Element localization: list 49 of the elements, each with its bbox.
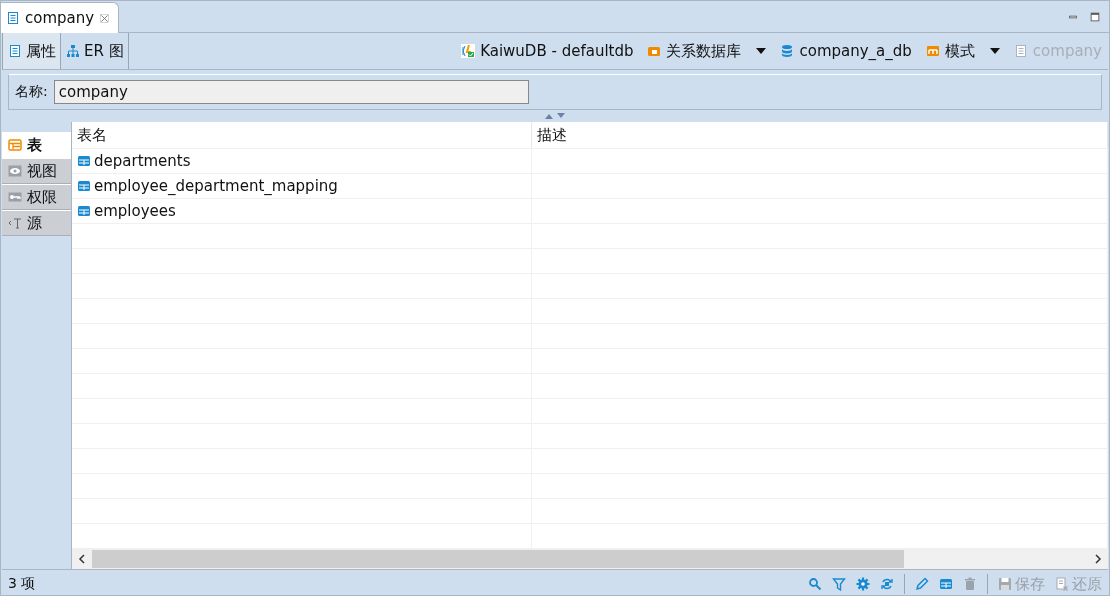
folder-icon	[647, 44, 662, 58]
dropdown-arrow-icon[interactable]	[756, 48, 767, 54]
search-icon	[808, 577, 822, 591]
pencil-icon	[915, 577, 929, 591]
refresh-icon	[880, 577, 894, 591]
side-tab[interactable]: 表	[2, 132, 71, 158]
database-icon	[780, 44, 795, 58]
column-header[interactable]: 描述	[532, 122, 1108, 148]
document-icon	[6, 11, 20, 25]
splitter-arrows-icon[interactable]	[544, 113, 566, 119]
dropdown-arrow-icon[interactable]	[989, 48, 1000, 54]
eye-icon	[8, 164, 22, 178]
table-name-cell[interactable]: employee_department_mapping	[72, 174, 532, 198]
side-tab[interactable]: 权限	[2, 184, 71, 210]
breadcrumb-item[interactable]: 关系数据库	[666, 41, 742, 61]
table-icon	[77, 154, 91, 168]
breadcrumb-item[interactable]: KaiwuDB - defaultdb	[480, 42, 634, 60]
source-icon	[8, 216, 22, 230]
table-icon	[939, 577, 953, 591]
revert-icon	[1055, 577, 1069, 591]
table-name-cell[interactable]: departments	[72, 149, 532, 173]
document-icon	[1013, 44, 1028, 58]
save-icon	[998, 577, 1012, 591]
editor-tab-title: company	[25, 9, 95, 27]
breadcrumb-item[interactable]: company_a_db	[799, 42, 912, 60]
side-tab[interactable]: 源	[2, 210, 71, 236]
view-tab[interactable]: 属性	[2, 33, 61, 69]
name-label: 名称:	[15, 83, 48, 101]
scrollbar-thumb[interactable]	[92, 550, 904, 568]
key-icon	[8, 190, 22, 204]
settings-icon	[856, 577, 870, 591]
table-icon	[77, 204, 91, 218]
trash-icon	[963, 577, 977, 591]
item-count: 3 项	[8, 575, 36, 593]
editor-tab[interactable]: company	[1, 2, 120, 33]
connection-icon	[461, 44, 476, 58]
column-header[interactable]: 表名	[72, 122, 532, 148]
close-icon	[99, 12, 111, 24]
name-field[interactable]: company	[53, 80, 529, 104]
table-icon	[77, 179, 91, 193]
side-tab[interactable]: 视图	[2, 158, 71, 184]
schema-icon	[925, 44, 940, 58]
maximize-icon	[1089, 10, 1101, 23]
table-icon	[8, 138, 22, 152]
filter-icon	[832, 577, 846, 591]
document-icon	[8, 44, 22, 58]
table-name-cell[interactable]: employees	[72, 199, 532, 223]
diagram-icon	[66, 44, 80, 58]
breadcrumb-item[interactable]: 模式	[944, 41, 975, 61]
